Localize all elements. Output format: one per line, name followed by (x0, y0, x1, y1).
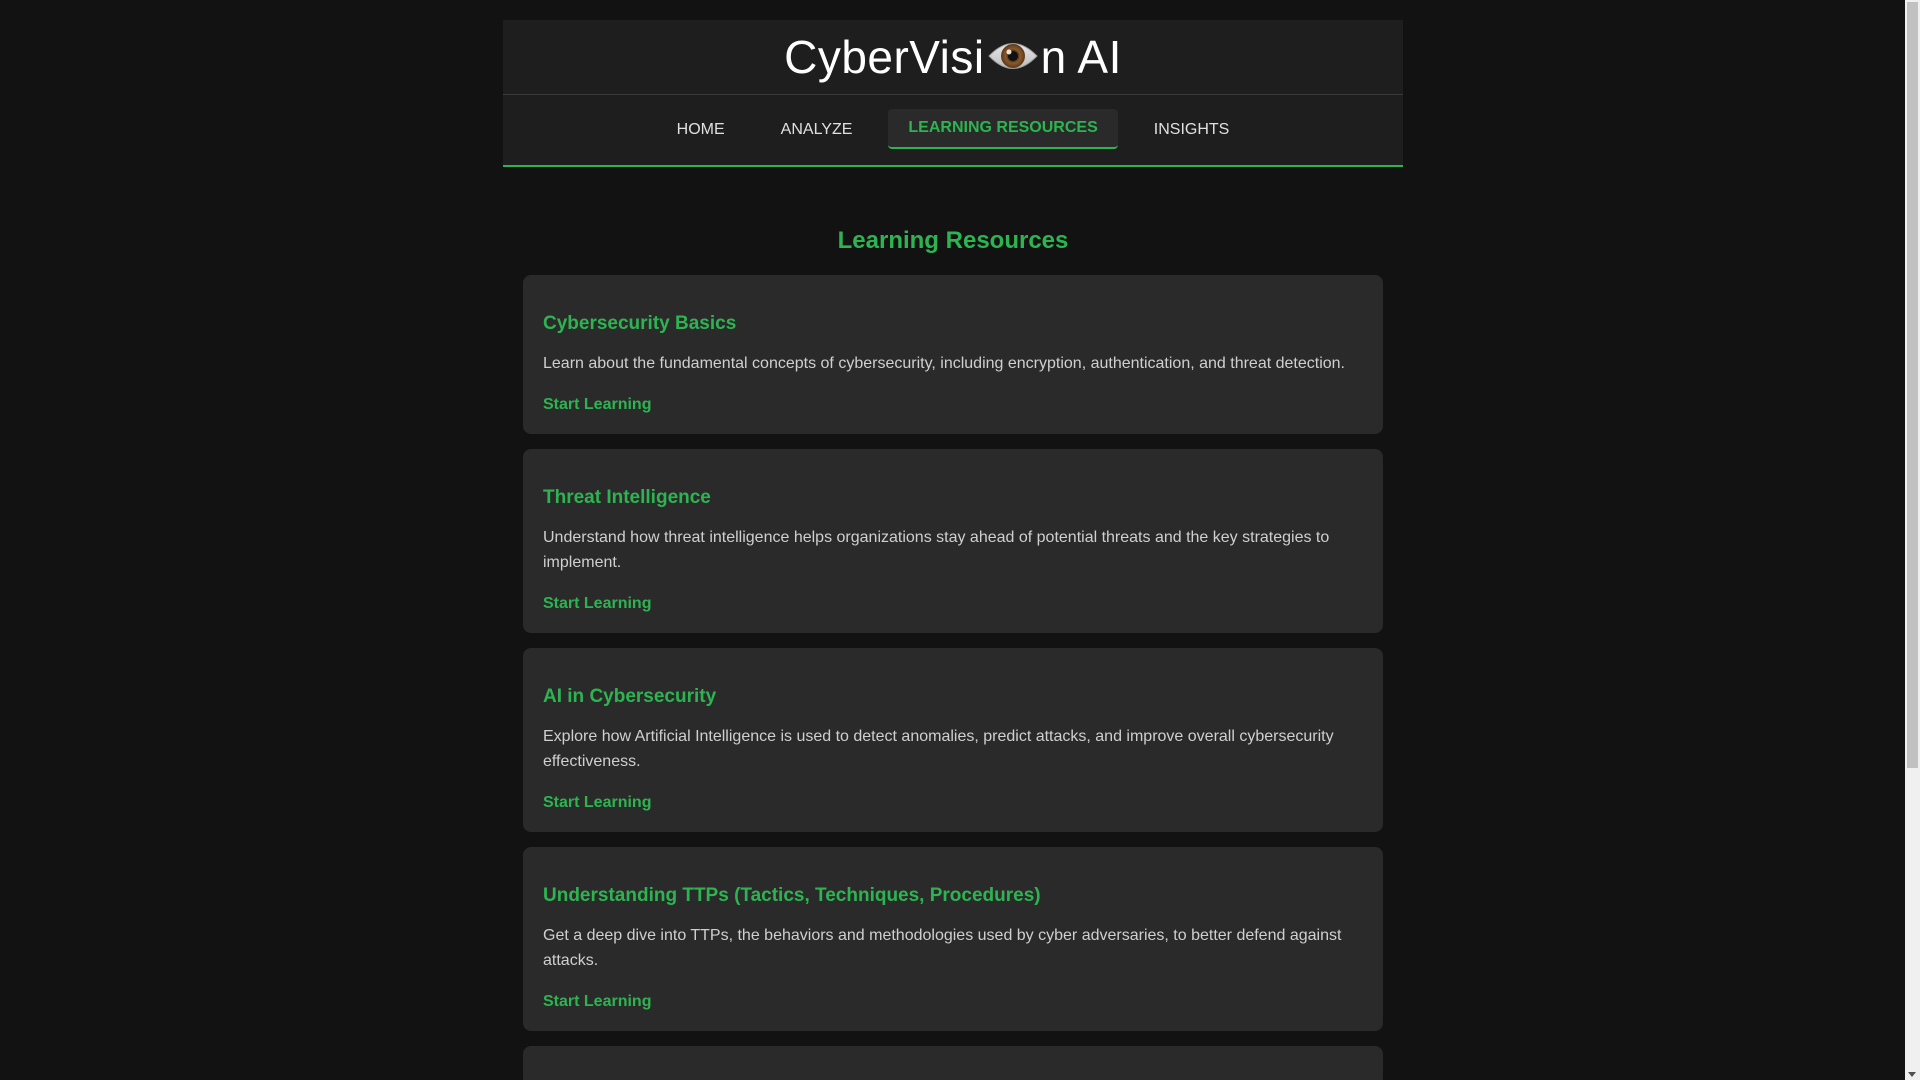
start-learning-link[interactable]: Start Learning (543, 993, 651, 1011)
section-title: Learning Resources (837, 227, 1069, 254)
start-learning-link[interactable]: Start Learning (543, 595, 651, 613)
brand-header: CyberVisi n AI (503, 20, 1403, 95)
card-title: AI in Cybersecurity (543, 686, 717, 707)
page: CyberVisi n AI HOME ANALYZE LEARNING RES… (0, 0, 1920, 1080)
resource-card: Threat Intelligence Understand how threa… (523, 449, 1383, 633)
card-title: Cybersecurity Basics (543, 313, 737, 334)
vertical-scrollbar[interactable] (1905, 0, 1920, 1080)
nav-item-analyze[interactable]: ANALYZE (761, 111, 873, 149)
nav-item-insights[interactable]: INSIGHTS (1134, 111, 1250, 149)
resource-card-partial (523, 1046, 1383, 1080)
main-container: CyberVisi n AI HOME ANALYZE LEARNING RES… (503, 20, 1403, 1080)
start-learning-link[interactable]: Start Learning (543, 794, 651, 812)
card-title: Understanding TTPs (Tactics, Techniques,… (543, 885, 1041, 906)
card-description: Explore how Artificial Intelligence is u… (543, 728, 1334, 770)
scroll-down-arrow-icon[interactable] (1908, 1072, 1916, 1077)
resource-card: Understanding TTPs (Tactics, Techniques,… (523, 847, 1383, 1031)
nav-item-learning-resources[interactable]: LEARNING RESOURCES (888, 109, 1118, 149)
resource-card: Cybersecurity Basics Learn about the fun… (523, 275, 1383, 434)
card-title: Threat Intelligence (543, 487, 711, 508)
main-nav: HOME ANALYZE LEARNING RESOURCES INSIGHTS (503, 95, 1403, 167)
card-description: Learn about the fundamental concepts of … (543, 355, 1345, 372)
brand-title-prefix: CyberVisi (784, 31, 985, 83)
card-description: Get a deep dive into TTPs, the behaviors… (543, 927, 1342, 969)
scrollbar-thumb[interactable] (1907, 2, 1918, 768)
resource-card: AI in Cybersecurity Explore how Artifici… (523, 648, 1383, 832)
nav-item-home[interactable]: HOME (657, 111, 745, 149)
eye-icon (987, 34, 1039, 76)
card-description: Understand how threat intelligence helps… (543, 529, 1330, 571)
start-learning-link[interactable]: Start Learning (543, 396, 651, 414)
brand-title-suffix: n AI (1040, 31, 1122, 83)
